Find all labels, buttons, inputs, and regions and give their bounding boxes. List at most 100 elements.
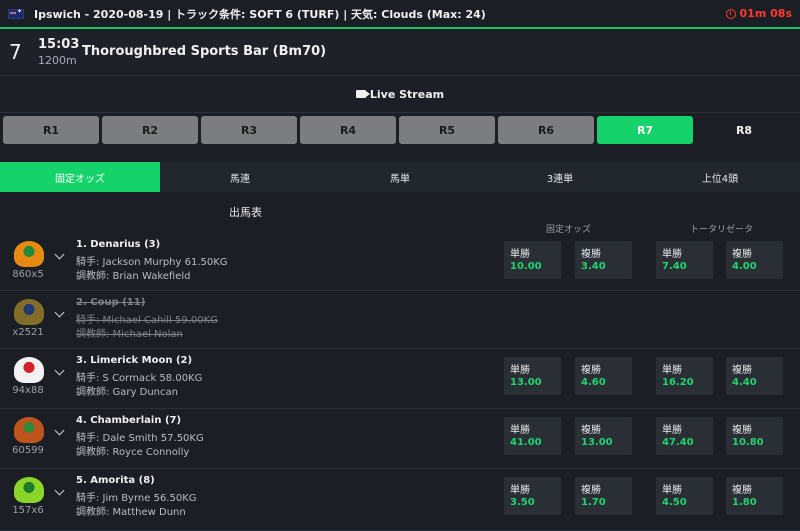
tote-place-odds-button[interactable]: 複勝 1.80 — [726, 477, 783, 515]
race-tab-r8[interactable]: R8 — [696, 116, 792, 144]
odds-value: 4.60 — [581, 377, 606, 388]
bet-type-tab-bar: 固定オッズ 馬連 馬単 3連単 上位4頭 — [0, 162, 800, 192]
fixed-place-odds-button[interactable]: 複勝 13.00 — [575, 417, 632, 455]
odds-value: 10.80 — [732, 437, 764, 448]
odds-value: 7.40 — [662, 261, 687, 272]
video-camera-icon — [355, 90, 370, 98]
runner-jockey: 騎手: S Cormack 58.00KG — [76, 373, 203, 384]
odds-value: 4.50 — [662, 497, 687, 508]
odds-value: 13.00 — [510, 377, 542, 388]
odds-type-label: 複勝 — [732, 365, 752, 376]
expand-chevron-icon[interactable] — [54, 249, 65, 260]
bet-tab-5[interactable]: 上位4頭 — [640, 162, 800, 192]
runner-jockey: 騎手: Jim Byrne 56.50KG — [76, 493, 197, 504]
bet-tab-2[interactable]: 馬連 — [160, 162, 320, 192]
fixed-win-odds-button[interactable]: 単勝 10.00 — [504, 241, 561, 279]
fixed-win-odds-button[interactable]: 単勝 41.00 — [504, 417, 561, 455]
odds-type-label: 単勝 — [510, 425, 530, 436]
jockey-silk-icon — [14, 417, 44, 443]
race-number: 7 — [9, 40, 22, 64]
odds-type-label: 単勝 — [662, 365, 682, 376]
race-tab-r7[interactable]: R7 — [597, 116, 693, 144]
top-bar: Ipswich - 2020-08-19 | トラック条件: SOFT 6 (T… — [0, 0, 800, 29]
runner-name: 4. Chamberlain (7) — [76, 415, 182, 426]
runner-name: 5. Amorita (8) — [76, 475, 155, 486]
fixed-place-odds-button[interactable]: 複勝 4.60 — [575, 357, 632, 395]
runner-row[interactable]: 860x5 1. Denarius (3) 騎手: Jackson Murphy 6… — [0, 233, 800, 291]
race-card-title: 出馬表 — [229, 206, 262, 219]
runner-row[interactable]: 94x88 3. Limerick Moon (2) 騎手: S Cormack 5… — [0, 349, 800, 409]
expand-chevron-icon[interactable] — [54, 307, 65, 318]
runner-form: 860x5 — [12, 269, 44, 280]
jockey-silk-icon — [14, 477, 44, 503]
odds-type-label: 単勝 — [662, 249, 682, 260]
runner-form: 60599 — [12, 445, 44, 456]
odds-type-label: 複勝 — [732, 249, 752, 260]
runner-row[interactable]: x2521 2. Coup (11) 騎手: Michael Cahill 59.0… — [0, 291, 800, 349]
runner-form: 94x88 — [12, 385, 44, 396]
race-tab-r5[interactable]: R5 — [399, 116, 495, 144]
tote-place-odds-button[interactable]: 複勝 10.80 — [726, 417, 783, 455]
runner-form: 157x6 — [12, 505, 44, 516]
race-tab-r6[interactable]: R6 — [498, 116, 594, 144]
runner-form: x2521 — [12, 327, 44, 338]
odds-type-label: 複勝 — [581, 249, 601, 260]
odds-value: 10.00 — [510, 261, 542, 272]
fixed-win-odds-button[interactable]: 単勝 13.00 — [504, 357, 561, 395]
race-distance: 1200m — [38, 54, 77, 67]
runner-row[interactable]: 157x6 5. Amorita (8) 騎手: Jim Byrne 56.50KG… — [0, 469, 800, 531]
live-stream-label: Live Stream — [369, 87, 445, 101]
tote-win-odds-button[interactable]: 単勝 7.40 — [656, 241, 713, 279]
runner-jockey: 騎手: Dale Smith 57.50KG — [76, 433, 204, 444]
live-stream-button[interactable]: Live Stream — [0, 75, 800, 113]
bet-tab-4[interactable]: 3連単 — [480, 162, 640, 192]
clock-icon — [725, 8, 736, 19]
expand-chevron-icon[interactable] — [54, 425, 65, 436]
tote-place-odds-button[interactable]: 複勝 4.00 — [726, 241, 783, 279]
odds-value: 1.80 — [732, 497, 757, 508]
tote-win-odds-button[interactable]: 単勝 16.20 — [656, 357, 713, 395]
expand-chevron-icon[interactable] — [54, 485, 65, 496]
odds-value: 13.00 — [581, 437, 613, 448]
odds-type-label: 複勝 — [581, 485, 601, 496]
expand-chevron-icon[interactable] — [54, 365, 65, 376]
odds-value: 1.70 — [581, 497, 606, 508]
race-tab-bar: R1 R2 R3 R4 R5 R6 R7 R8 — [0, 116, 800, 146]
odds-value: 3.50 — [510, 497, 535, 508]
race-time: 15:03 — [38, 37, 80, 52]
runner-name: 2. Coup (11) — [76, 297, 146, 308]
tote-win-odds-button[interactable]: 単勝 47.40 — [656, 417, 713, 455]
odds-type-label: 複勝 — [732, 425, 752, 436]
runner-name: 3. Limerick Moon (2) — [76, 355, 193, 366]
fixed-win-odds-button[interactable]: 単勝 3.50 — [504, 477, 561, 515]
bet-tab-1[interactable]: 固定オッズ — [0, 162, 160, 192]
race-tab-r2[interactable]: R2 — [102, 116, 198, 144]
meeting-info: Ipswich - 2020-08-19 | トラック条件: SOFT 6 (T… — [34, 7, 486, 21]
race-header: 7 15:03 1200m Thoroughbred Sports Bar (B… — [0, 31, 800, 73]
odds-type-label: 複勝 — [581, 365, 601, 376]
odds-value: 16.20 — [662, 377, 694, 388]
odds-value: 3.40 — [581, 261, 606, 272]
countdown-timer: 01m 08s — [725, 7, 792, 20]
runner-trainer: 調教師: Michael Nolan — [76, 329, 183, 340]
odds-type-label: 単勝 — [510, 485, 530, 496]
race-tab-r4[interactable]: R4 — [300, 116, 396, 144]
jockey-silk-icon — [14, 241, 44, 267]
runner-jockey: 騎手: Jackson Murphy 61.50KG — [76, 257, 228, 268]
race-name: Thoroughbred Sports Bar (Bm70) — [82, 44, 327, 59]
tote-place-odds-button[interactable]: 複勝 4.40 — [726, 357, 783, 395]
race-tab-r1[interactable]: R1 — [3, 116, 99, 144]
odds-value: 4.40 — [732, 377, 757, 388]
fixed-place-odds-button[interactable]: 複勝 1.70 — [575, 477, 632, 515]
odds-type-label: 単勝 — [662, 425, 682, 436]
odds-type-label: 単勝 — [510, 249, 530, 260]
race-tab-r3[interactable]: R3 — [201, 116, 297, 144]
tote-win-odds-button[interactable]: 単勝 4.50 — [656, 477, 713, 515]
bet-tab-3[interactable]: 馬単 — [320, 162, 480, 192]
odds-value: 41.00 — [510, 437, 542, 448]
runner-trainer: 調教師: Royce Connolly — [76, 447, 190, 458]
fixed-place-odds-button[interactable]: 複勝 3.40 — [575, 241, 632, 279]
runner-trainer: 調教師: Brian Wakefield — [76, 271, 191, 282]
runner-row[interactable]: 60599 4. Chamberlain (7) 騎手: Dale Smith 57… — [0, 409, 800, 469]
odds-type-label: 単勝 — [510, 365, 530, 376]
